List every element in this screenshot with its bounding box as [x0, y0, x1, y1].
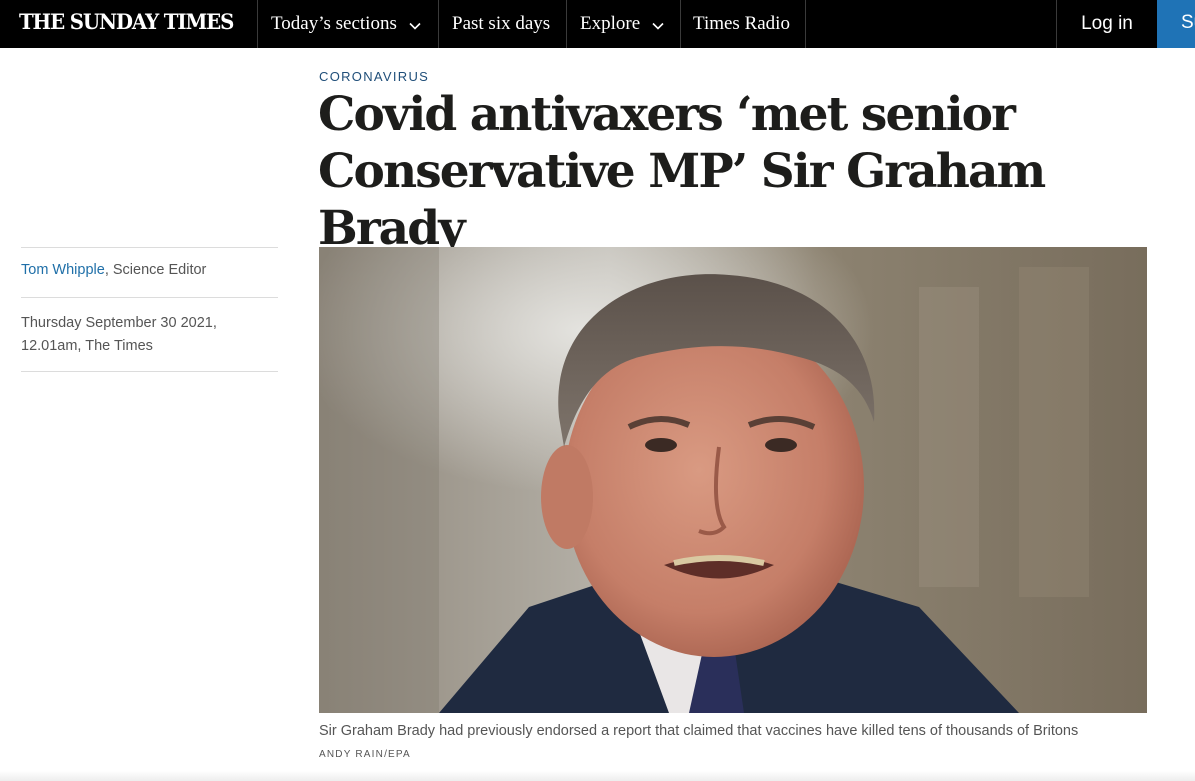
- top-navigation-bar: THE SUNDAY TIMES Today’s sections Past s…: [0, 0, 1195, 48]
- nav-item-past-six-days[interactable]: Past six days: [452, 0, 550, 48]
- nav-divider: [257, 0, 258, 48]
- byline-divider: [21, 297, 278, 298]
- nav-item-times-radio[interactable]: Times Radio: [693, 0, 790, 48]
- byline: Tom Whipple, Science Editor: [21, 262, 206, 278]
- login-button[interactable]: Log in: [1057, 0, 1157, 48]
- image-caption: Sir Graham Brady had previously endorsed…: [319, 723, 1079, 739]
- nav-divider: [805, 0, 806, 48]
- byline-divider: [21, 247, 278, 248]
- image-credit: ANDY RAIN/EPA: [319, 749, 411, 760]
- nav-item-label: Explore: [580, 13, 641, 34]
- nav-item-todays-sections[interactable]: Today’s sections: [271, 0, 421, 48]
- nav-item-label: Today’s sections: [271, 13, 397, 34]
- lead-photo: [319, 247, 1147, 713]
- section-tag-link[interactable]: CORONAVIRUS: [319, 69, 429, 84]
- publish-date-line: Thursday September 30 2021,: [21, 315, 217, 331]
- author-link[interactable]: Tom Whipple: [21, 262, 105, 278]
- byline-divider: [21, 371, 278, 372]
- nav-divider: [680, 0, 681, 48]
- nav-divider: [566, 0, 567, 48]
- author-role: , Science Editor: [104, 262, 207, 278]
- publish-date: Thursday September 30 2021, 12.01am, The…: [21, 312, 261, 358]
- article-headline: Covid antivaxers ‘met senior Conservativ…: [318, 87, 1046, 256]
- chevron-down-icon: [652, 22, 664, 30]
- nav-item-label: Past six days: [452, 13, 551, 34]
- chevron-down-icon: [409, 22, 421, 30]
- nav-item-explore[interactable]: Explore: [580, 0, 664, 48]
- subscribe-button[interactable]: Su: [1157, 0, 1195, 48]
- nav-item-label: Times Radio: [693, 13, 790, 34]
- sunday-times-logo[interactable]: THE SUNDAY TIMES: [19, 9, 234, 34]
- publish-date-line: 12.01am, The Times: [21, 338, 153, 354]
- page-bottom-edge: [0, 771, 1195, 781]
- nav-divider: [438, 0, 439, 48]
